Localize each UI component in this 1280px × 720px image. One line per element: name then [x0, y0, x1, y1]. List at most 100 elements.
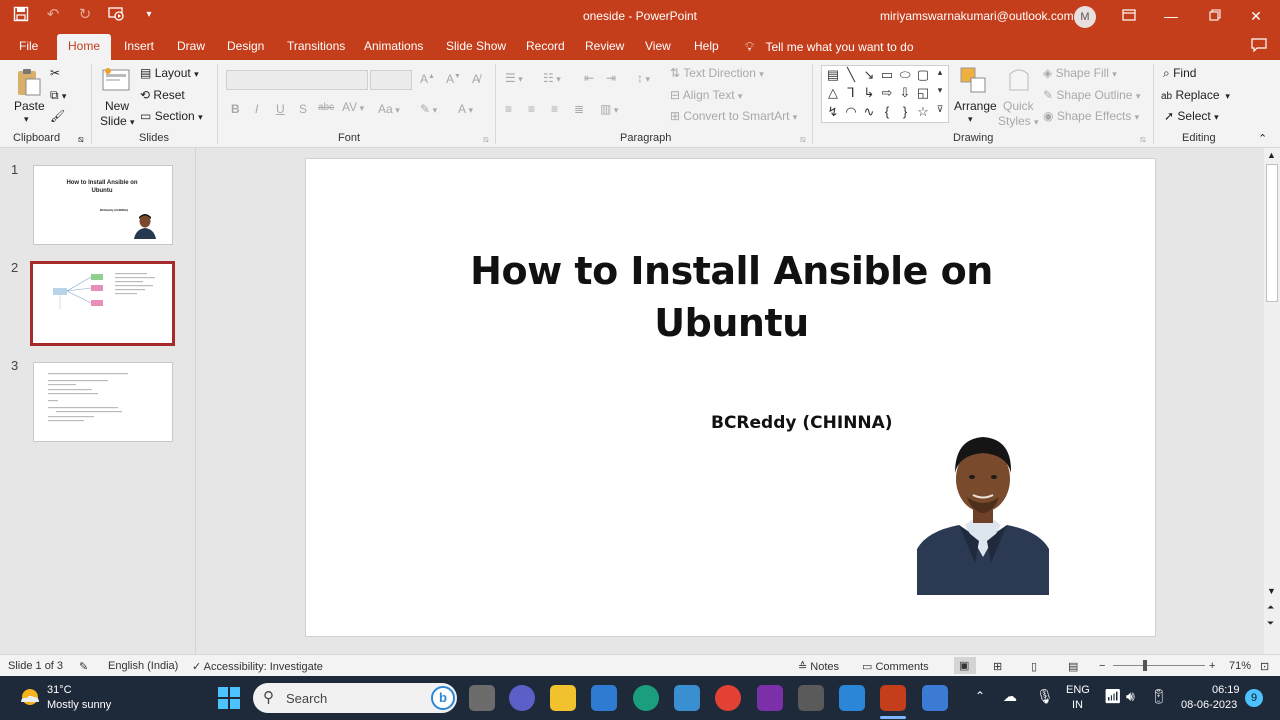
align-left-icon[interactable]: ≡	[505, 102, 512, 116]
next-slide-icon[interactable]: ⏷	[1267, 618, 1274, 629]
scroll-thumb[interactable]	[1266, 164, 1278, 302]
strikethrough-icon[interactable]: abc	[318, 102, 334, 113]
control-panel-icon[interactable]	[674, 685, 700, 711]
edge-browser-icon[interactable]	[633, 685, 659, 711]
curve-shape-icon[interactable]: ∿	[860, 104, 878, 120]
align-text-button[interactable]: ⊟ Align Text ▾	[670, 88, 742, 102]
tab-home[interactable]: Home	[57, 34, 112, 60]
tab-file[interactable]: File	[19, 39, 38, 53]
rounded-rect-shape-icon[interactable]: ▢	[914, 67, 932, 83]
font-launcher-icon[interactable]: ⧅	[483, 134, 489, 145]
taskbar-search-input[interactable]: ⚲ Search b	[253, 683, 457, 713]
slide-thumbnail-3[interactable]	[33, 362, 173, 442]
zoom-slider[interactable]	[1113, 665, 1205, 666]
accessibility-status[interactable]: ✓ Accessibility: Investigate	[192, 660, 323, 673]
star-shape-icon[interactable]: ☆	[914, 104, 932, 120]
oval-shape-icon[interactable]: ⬭	[896, 67, 914, 83]
increase-indent-icon[interactable]: ⇥	[606, 71, 616, 85]
shape-outline-button[interactable]: ✎ Shape Outline ▾	[1043, 88, 1140, 102]
shapes-scroll-up-icon[interactable]: ▴	[933, 67, 947, 78]
paragraph-launcher-icon[interactable]: ⧅	[800, 134, 806, 145]
start-icon[interactable]	[217, 686, 241, 713]
tab-record[interactable]: Record	[526, 39, 565, 53]
zoom-level[interactable]: 71%	[1229, 660, 1251, 672]
vertical-scrollbar[interactable]: ▲ ▼ ⏶ ⏷	[1264, 148, 1280, 654]
increase-font-size-icon[interactable]: A▲	[420, 72, 435, 86]
copy-icon[interactable]: ⧉ ▾	[50, 88, 66, 103]
tell-me-search[interactable]: 💡︎ Tell me what you want to do	[745, 39, 914, 55]
freeform-shape-icon[interactable]: ↯	[824, 104, 842, 120]
snipping-tool-icon[interactable]	[798, 685, 824, 711]
shapes-gallery[interactable]: ▤ ╲ ↘ ▭ ⬭ ▢ △ ⅂ ↳ ⇨ ⇩ ◱ ↯ ◠ ∿ { } ☆ ▴ ▾ …	[821, 65, 949, 123]
decrease-font-size-icon[interactable]: A▼	[446, 72, 461, 86]
notes-button[interactable]: ≙ Notes	[798, 660, 839, 673]
shapes-more-icon[interactable]: ⊽	[933, 104, 947, 115]
tab-draw[interactable]: Draw	[177, 39, 205, 53]
slide-canvas[interactable]: How to Install Ansible on Ubuntu BCReddy…	[305, 158, 1156, 637]
tab-design[interactable]: Design	[227, 39, 264, 53]
section-button[interactable]: ▭ Section ▾	[140, 109, 203, 123]
slide-sorter-view-icon[interactable]: ⊞	[993, 660, 1002, 673]
find-button[interactable]: ⌕ Find	[1163, 66, 1196, 81]
columns-icon[interactable]: ▥ ▾	[600, 102, 618, 116]
callout-shape-icon[interactable]: ◱	[914, 85, 932, 101]
shape-effects-button[interactable]: ◉ Shape Effects ▾	[1043, 109, 1139, 123]
previous-slide-icon[interactable]: ⏶	[1267, 602, 1274, 613]
zoom-in-icon[interactable]: +	[1209, 660, 1215, 672]
comments-pane-icon[interactable]	[1251, 38, 1267, 55]
tab-view[interactable]: View	[645, 39, 671, 53]
slide-title[interactable]: How to Install Ansible on Ubuntu	[306, 245, 1157, 349]
wifi-icon[interactable]: 📶︎	[1104, 688, 1122, 705]
align-center-icon[interactable]: ≡	[528, 102, 535, 116]
tab-review[interactable]: Review	[585, 39, 624, 53]
customize-qat-icon[interactable]: ▾	[140, 6, 158, 24]
save-icon[interactable]	[12, 6, 30, 24]
fit-slide-icon[interactable]: ⊡	[1260, 660, 1269, 673]
new-slide-button[interactable]: Slide ▾	[100, 114, 135, 128]
highlight-color-icon[interactable]: ✎ ▾	[420, 102, 437, 116]
restore-icon[interactable]	[1203, 4, 1227, 28]
close-icon[interactable]: ✕	[1244, 4, 1268, 28]
spelling-check-icon[interactable]: ✎	[79, 660, 88, 673]
font-size-dropdown[interactable]	[370, 70, 412, 90]
clock-date[interactable]: 08-06-2023	[1181, 699, 1237, 711]
minimize-icon[interactable]: —	[1159, 4, 1183, 28]
shapes-scroll-down-icon[interactable]: ▾	[933, 85, 947, 96]
tab-help[interactable]: Help	[694, 39, 719, 53]
weather-icon[interactable]	[18, 685, 42, 712]
arrange-button[interactable]: Arrange	[954, 99, 997, 113]
bold-icon[interactable]: B	[231, 102, 240, 116]
drawing-launcher-icon[interactable]: ⧅	[1140, 134, 1146, 145]
volume-icon[interactable]: 🔊︎	[1126, 688, 1135, 705]
notification-badge[interactable]: 9	[1245, 689, 1263, 707]
textbox-shape-icon[interactable]: ▤	[824, 67, 842, 83]
font-color-icon[interactable]: A ▾	[458, 102, 473, 116]
teams-chat-icon[interactable]	[509, 685, 535, 711]
quick-styles-button[interactable]: Styles ▾	[998, 114, 1039, 128]
clock-time[interactable]: 06:19	[1212, 684, 1240, 696]
zoom-slider-thumb[interactable]	[1143, 660, 1147, 671]
onenote-icon[interactable]	[757, 685, 783, 711]
layout-button[interactable]: ▤ Layout ▾	[140, 66, 199, 80]
file-explorer-icon[interactable]	[550, 685, 576, 711]
underline-icon[interactable]: U	[276, 102, 285, 116]
slide-thumbnail-1[interactable]: How to Install Ansible on Ubuntu BCReddy…	[33, 165, 173, 245]
elbow-arrow-shape-icon[interactable]: ↳	[860, 85, 878, 101]
collapse-ribbon-icon[interactable]: ⌃	[1258, 132, 1267, 145]
powerpoint-taskbar-icon[interactable]	[880, 685, 906, 711]
numbering-icon[interactable]: ☷ ▾	[543, 71, 561, 85]
region-code[interactable]: IN	[1072, 699, 1083, 711]
italic-icon[interactable]: I	[255, 102, 258, 116]
new-slide-icon[interactable]	[102, 67, 132, 93]
shadow-icon[interactable]: S	[299, 102, 307, 116]
reading-view-icon[interactable]: ▯	[1031, 660, 1037, 673]
rectangle-shape-icon[interactable]: ▭	[878, 67, 896, 83]
decrease-indent-icon[interactable]: ⇤	[584, 71, 594, 85]
comments-button[interactable]: ▭ Comments	[862, 660, 929, 673]
right-brace-shape-icon[interactable]: }	[896, 104, 914, 119]
line-spacing-icon[interactable]: ↕ ▾	[637, 71, 650, 85]
tab-transitions[interactable]: Transitions	[287, 39, 345, 53]
paste-button[interactable]: Paste	[14, 99, 45, 113]
new-slide-button-line1[interactable]: New	[105, 99, 129, 113]
slide-show-view-icon[interactable]: ▤	[1068, 660, 1078, 673]
